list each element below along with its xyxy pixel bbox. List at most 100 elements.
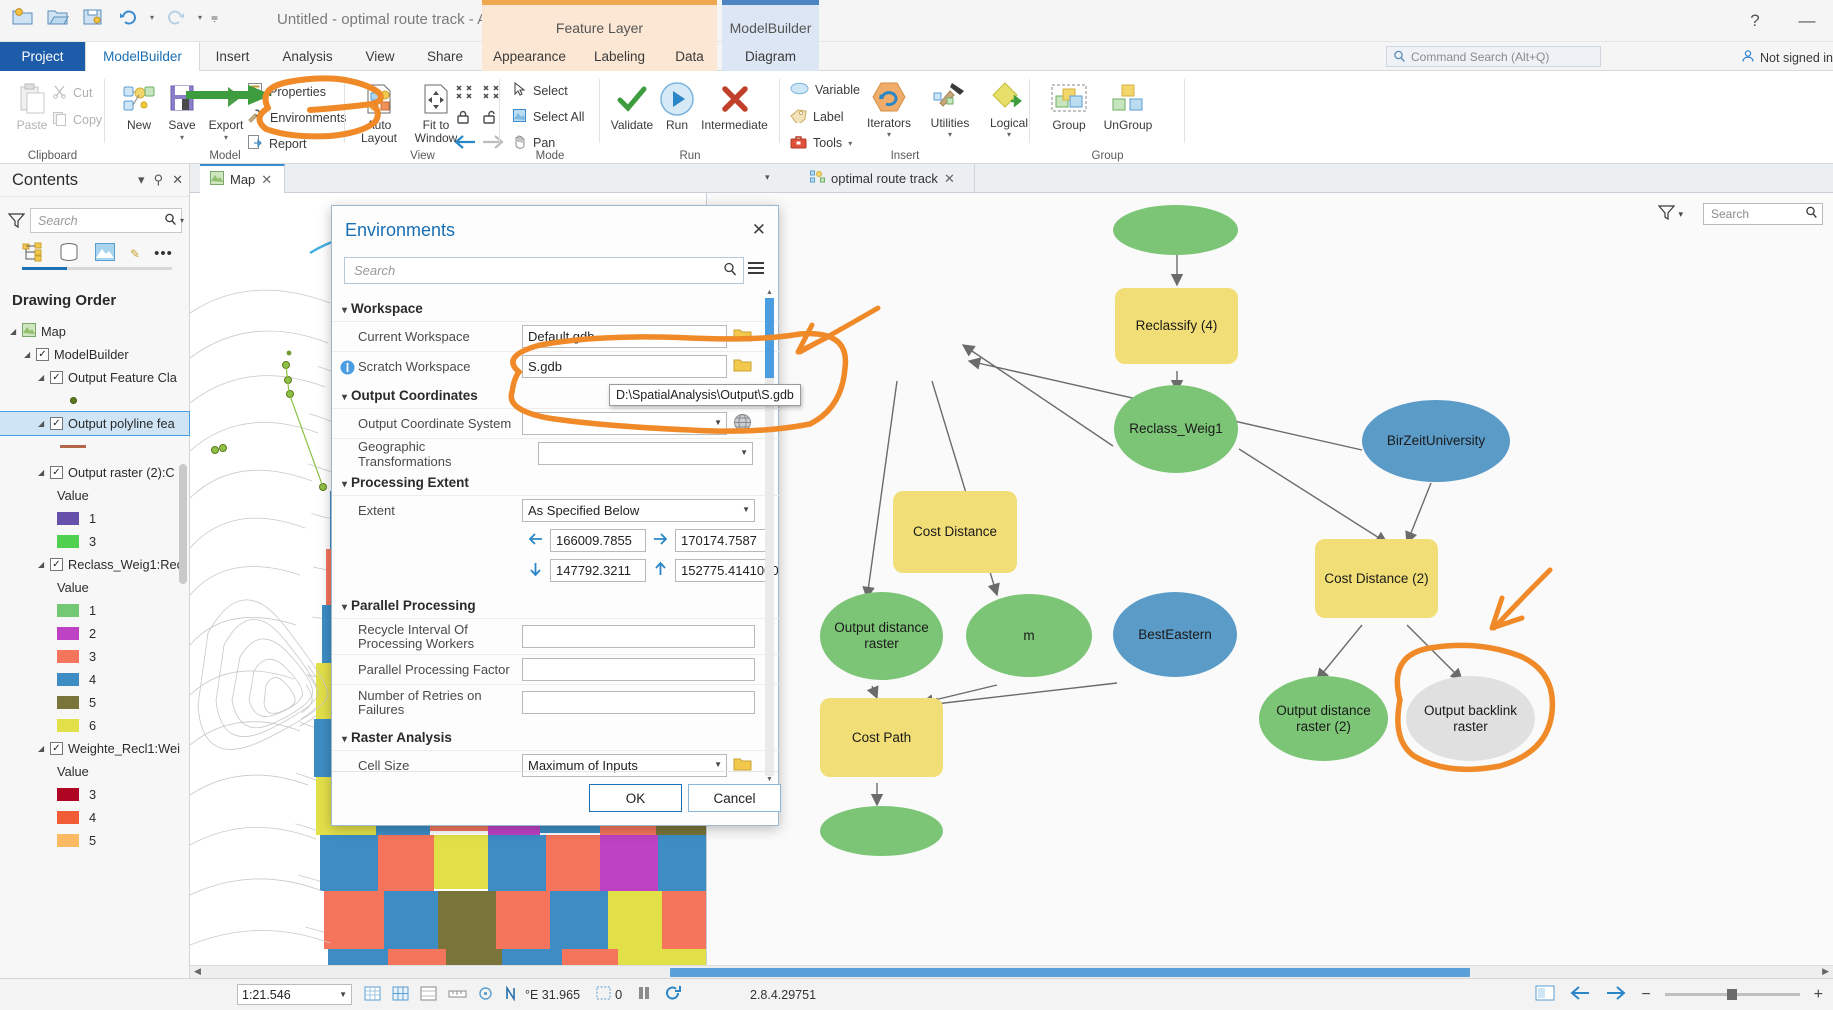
expand-triangle-icon[interactable]: ◢ xyxy=(38,744,47,753)
section-header-parallel-processing[interactable]: ▾ Parallel Processing xyxy=(332,585,779,618)
undo-dropdown-icon[interactable]: ▾ xyxy=(150,13,154,22)
environments-search-input[interactable]: Search xyxy=(344,257,744,284)
tab-labeling[interactable]: Labeling xyxy=(577,42,662,71)
expand-triangle-icon[interactable]: ◢ xyxy=(38,419,47,428)
model-node-reclassify-4[interactable]: Reclassify (4) xyxy=(1115,288,1238,364)
next-extent-icon[interactable] xyxy=(1605,985,1627,1004)
chevron-down-icon[interactable]: ▾ xyxy=(342,734,347,745)
ungroup-button[interactable]: UnGroup xyxy=(1093,79,1163,132)
chevron-down-icon[interactable]: ▼ xyxy=(714,418,722,427)
new-project-icon[interactable] xyxy=(10,4,36,30)
chevron-down-icon[interactable]: ▾ xyxy=(342,392,347,403)
select-all-button[interactable]: Select All xyxy=(512,108,584,126)
model-node-m[interactable]: m xyxy=(966,594,1092,677)
zoom-out-button[interactable]: − xyxy=(1641,986,1650,1004)
tree-item-map[interactable]: ◢ Map xyxy=(0,320,189,343)
model-node-green-bottom[interactable] xyxy=(820,806,943,856)
map-scale-control[interactable]: 1:21.546 ▼ xyxy=(237,984,352,1005)
account-status[interactable]: Not signed in xyxy=(1741,49,1833,66)
table-icon[interactable] xyxy=(364,986,381,1004)
extent-select[interactable]: As Specified Below ▼ xyxy=(522,499,755,522)
canvas-horizontal-scrollbar[interactable]: ◀ ▶ xyxy=(190,965,1833,978)
tree-item-modelbuilder[interactable]: ◢ ✓ ModelBuilder xyxy=(0,343,189,366)
iterators-dropdown-icon[interactable]: ▾ xyxy=(858,130,920,139)
minimize-icon[interactable]: — xyxy=(1781,11,1833,31)
chevron-down-icon[interactable]: ▼ xyxy=(740,448,748,457)
list-by-selection-icon[interactable] xyxy=(94,242,116,265)
close-icon[interactable]: ✕ xyxy=(172,172,183,188)
scroll-up-icon[interactable]: ▲ xyxy=(765,289,774,298)
cancel-button[interactable]: Cancel xyxy=(688,784,781,812)
help-icon[interactable]: ? xyxy=(1729,11,1781,31)
customize-qat-icon[interactable]: ⩦ xyxy=(211,10,218,25)
model-node-reclass-weig1[interactable]: Reclass_Weig1 xyxy=(1114,385,1238,473)
zoom-in-icon[interactable] xyxy=(482,84,500,103)
select-button[interactable]: Select xyxy=(512,81,568,100)
close-icon[interactable]: ✕ xyxy=(261,172,272,188)
expand-triangle-icon[interactable]: ◢ xyxy=(38,373,47,382)
current-workspace-input[interactable]: Default.gdb xyxy=(522,325,727,348)
tools-dropdown-icon[interactable]: ▾ xyxy=(848,139,852,148)
tree-item-weighte-recl1[interactable]: ◢ ✓ Weighte_Recl1:Wei xyxy=(0,737,189,760)
contextual-tab-feature-layer[interactable]: Feature Layer xyxy=(482,0,717,42)
extent-right-input[interactable]: 170174.7587 xyxy=(675,528,771,552)
redo-icon[interactable] xyxy=(163,4,189,30)
chevron-down-icon[interactable]: ▼ xyxy=(339,990,347,999)
model-node-output-distance-raster[interactable]: Output distance raster xyxy=(820,592,943,680)
filter-icon[interactable] xyxy=(7,212,26,232)
section-header-workspace[interactable]: ▾ Workspace xyxy=(332,294,779,321)
lock-icon[interactable] xyxy=(455,109,471,128)
contents-search-input[interactable]: Search xyxy=(30,208,182,233)
view-tab-map[interactable]: Map ✕ xyxy=(200,164,285,193)
model-node-cost-distance-2[interactable]: Cost Distance (2) xyxy=(1315,539,1438,618)
model-node-output-distance-raster-2[interactable]: Output distance raster (2) xyxy=(1259,676,1388,761)
zoom-in-button[interactable]: + xyxy=(1814,986,1823,1004)
expand-triangle-icon[interactable]: ◢ xyxy=(38,560,47,569)
zoom-slider-thumb[interactable] xyxy=(1726,989,1737,1000)
list-by-editing-icon[interactable]: ✎ xyxy=(130,247,140,261)
layer-checkbox[interactable]: ✓ xyxy=(50,742,63,755)
tree-item-reclass-weig1[interactable]: ◢ ✓ Reclass_Weig1:Rec xyxy=(0,553,189,576)
recycle-interval-input[interactable] xyxy=(522,625,755,648)
ok-button[interactable]: OK xyxy=(589,784,682,812)
extent-bottom-input[interactable]: 147792.3211 xyxy=(550,558,646,582)
layer-checkbox[interactable]: ✓ xyxy=(50,558,63,571)
locate-icon[interactable] xyxy=(478,986,493,1004)
scratch-workspace-input[interactable]: S.gdb xyxy=(522,355,727,378)
model-node-cost-path[interactable]: Cost Path xyxy=(820,698,943,777)
section-header-raster-analysis[interactable]: ▾ Raster Analysis xyxy=(332,720,779,750)
tree-item-output-polyline-feature[interactable]: ◢ ✓ Output polyline fea xyxy=(0,411,190,436)
tab-modelbuilder[interactable]: ModelBuilder xyxy=(85,42,200,71)
tab-data[interactable]: Data xyxy=(662,42,717,71)
parallel-processing-factor-input[interactable] xyxy=(522,658,755,681)
pause-icon[interactable] xyxy=(636,985,652,1004)
layer-checkbox[interactable]: ✓ xyxy=(50,466,63,479)
output-coordinate-system-select[interactable]: ▼ xyxy=(522,412,727,435)
model-node-besteastern[interactable]: BestEastern xyxy=(1113,592,1237,677)
attribute-icon[interactable] xyxy=(420,986,437,1004)
label-button[interactable]: Label xyxy=(790,108,844,126)
view-tab-overflow-icon[interactable]: ▾ xyxy=(765,172,770,183)
redo-dropdown-icon[interactable]: ▾ xyxy=(198,13,202,22)
extent-left-input[interactable]: 166009.7855 xyxy=(550,528,646,552)
number-of-retries-input[interactable] xyxy=(522,691,755,714)
layer-checkbox[interactable]: ✓ xyxy=(50,371,63,384)
more-icon[interactable]: ••• xyxy=(154,245,173,262)
tree-item-output-raster-2[interactable]: ◢ ✓ Output raster (2):C xyxy=(0,461,189,484)
north-icon[interactable] xyxy=(504,984,517,1004)
pin-icon[interactable]: ⚲ xyxy=(154,172,164,188)
chevron-down-icon[interactable]: ▾ xyxy=(138,172,145,188)
unlock-icon[interactable] xyxy=(482,109,498,128)
close-icon[interactable]: ✕ xyxy=(752,220,766,240)
tab-view[interactable]: View xyxy=(350,42,410,71)
scroll-left-icon[interactable]: ◀ xyxy=(194,966,201,977)
list-by-drawing-order-icon[interactable] xyxy=(22,242,44,265)
expand-triangle-icon[interactable]: ◢ xyxy=(24,350,33,359)
undo-icon[interactable] xyxy=(115,4,141,30)
close-icon[interactable]: ✕ xyxy=(944,171,955,187)
grid-icon[interactable] xyxy=(392,986,409,1004)
zoom-out-icon[interactable] xyxy=(455,84,473,103)
scroll-right-icon[interactable]: ▶ xyxy=(1822,966,1829,977)
info-icon[interactable] xyxy=(340,360,355,378)
contents-search-dropdown-icon[interactable]: ▾ xyxy=(180,216,184,225)
